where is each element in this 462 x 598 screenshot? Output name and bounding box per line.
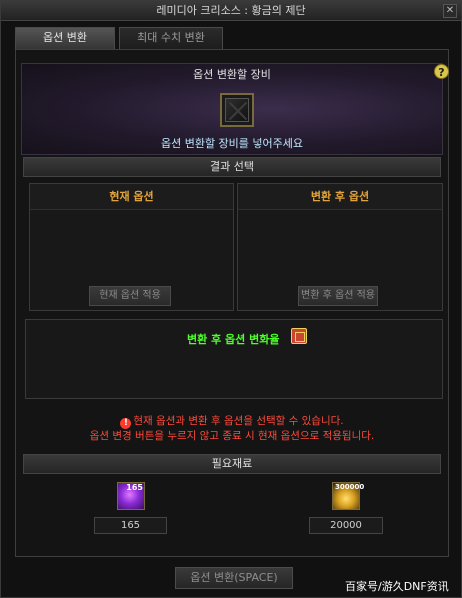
equip-hint: 옵션 변환할 장비를 넣어주세요 [160, 137, 304, 150]
window-titlebar[interactable]: 레미디아 크리소스 : 황금의 제단 ✕ [1, 1, 461, 21]
result-title: 결과 선택 [210, 160, 254, 173]
option-convert-button[interactable]: 옵션 변환(SPACE) [175, 567, 293, 589]
materials-title: 필요재료 [211, 457, 253, 470]
material-crystal-amount: 165 [94, 517, 167, 534]
material-crystal-icon[interactable]: 165 [117, 482, 145, 510]
apply-current-option-button[interactable]: 현재 옵션 적용 [89, 286, 171, 306]
current-option-title: 현재 옵션 [30, 184, 233, 210]
upgrade-window: 레미디아 크리소스 : 황금의 제단 ✕ 옵션 변환 최대 수치 변환 옵션 변… [0, 0, 462, 598]
window-title: 레미디아 크리소스 : 황금의 제단 [156, 4, 306, 17]
equip-slot[interactable] [220, 93, 254, 127]
scroll-icon[interactable] [291, 328, 307, 344]
empty-slot-icon [225, 98, 249, 122]
tab-option-convert[interactable]: 옵션 변환 [15, 27, 115, 49]
after-option-title: 변환 후 옵션 [238, 184, 442, 210]
gold-coin-icon[interactable]: 300000 [332, 482, 364, 510]
equip-title: 옵션 변환할 장비 [193, 68, 271, 81]
warning-line-1: ! 현재 옵션과 변환 후 옵션을 선택할 수 있습니다. [21, 413, 443, 429]
gold-amount: 20000 [309, 517, 383, 534]
watermark: 百家号/游久DNF资讯 [345, 580, 449, 593]
apply-after-option-button[interactable]: 변환 후 옵션 적용 [298, 286, 378, 306]
close-icon[interactable]: ✕ [443, 4, 457, 18]
warning-line-2: 옵션 변경 버튼을 누르지 않고 종료 시 현재 옵션으로 적용됩니다. [89, 430, 375, 442]
change-rate-label: 변환 후 옵션 변화율 [187, 333, 280, 346]
help-icon[interactable]: ? [434, 64, 449, 79]
tab-max-value-convert[interactable]: 최대 수치 변환 [119, 27, 223, 49]
